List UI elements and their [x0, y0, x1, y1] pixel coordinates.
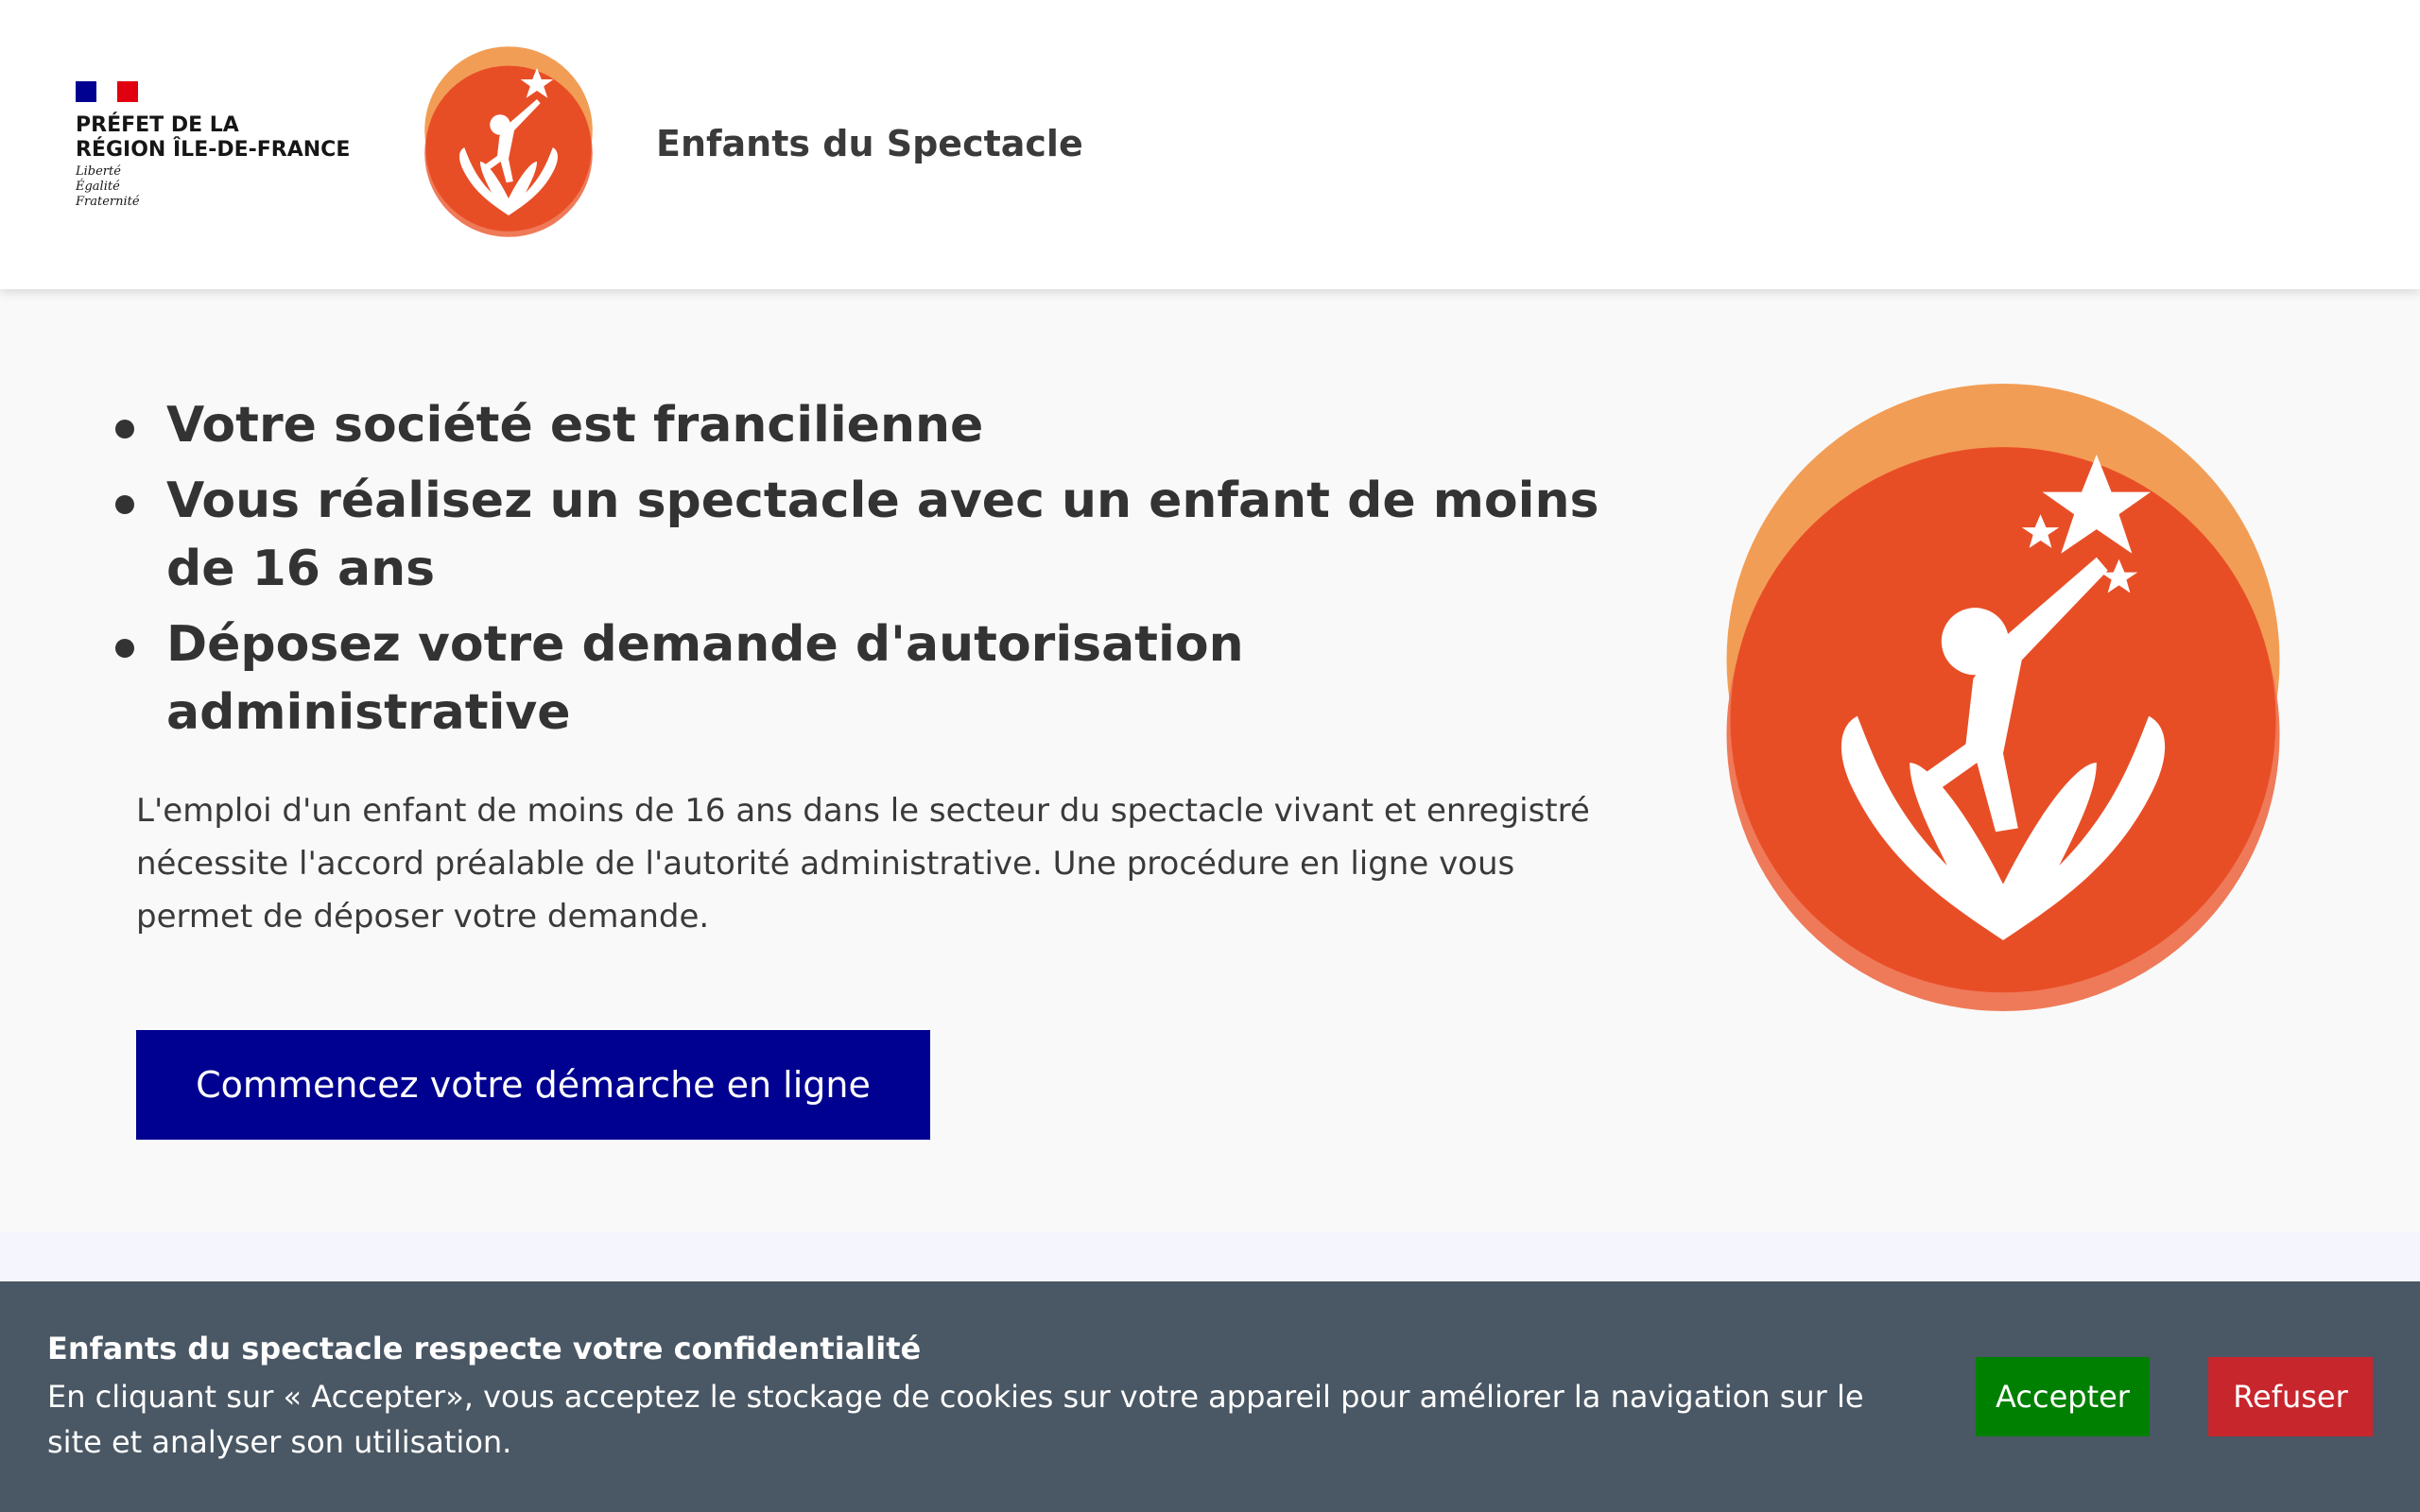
- republic-motto: Liberté Égalité Fraternité: [76, 164, 140, 210]
- list-item-text: Déposez votre demande d'autorisation adm…: [166, 616, 1244, 741]
- intro-description: L'emploi d'un enfant de moins de 16 ans …: [136, 792, 1590, 936]
- bullet-icon: [115, 639, 134, 658]
- site-title[interactable]: Enfants du Spectacle: [656, 123, 1083, 164]
- start-procedure-button[interactable]: Commencez votre démarche en ligne: [136, 1030, 930, 1140]
- cookie-banner-text: En cliquant sur « Accepter», vous accept…: [47, 1379, 1864, 1460]
- site-header: PRÉFET DE LA RÉGION ÎLE-DE-FRANCE Libert…: [0, 0, 2420, 289]
- accept-cookies-button[interactable]: Accepter: [1976, 1357, 2150, 1436]
- section-divider: [0, 1232, 2420, 1281]
- eligibility-list: Votre société est francilienne Vous réal…: [106, 391, 1618, 754]
- refuse-cookies-button[interactable]: Refuser: [2208, 1357, 2373, 1436]
- motto-fraternite: Fraternité: [76, 195, 140, 209]
- prefecture-title: PRÉFET DE LA RÉGION ÎLE-DE-FRANCE: [76, 113, 350, 163]
- bullet-icon: [115, 420, 134, 438]
- prefecture-title-line2: RÉGION ÎLE-DE-FRANCE: [76, 138, 351, 162]
- bullet-icon: [115, 495, 134, 514]
- prefecture-title-line1: PRÉFET DE LA: [76, 113, 239, 137]
- cookie-banner-title: Enfants du spectacle respecte votre conf…: [47, 1331, 922, 1366]
- government-logo[interactable]: PRÉFET DE LA RÉGION ÎLE-DE-FRANCE Libert…: [76, 81, 359, 214]
- hero-section: Votre société est francilienne Vous réal…: [0, 289, 2420, 1232]
- list-item-text: Vous réalisez un spectacle avec un enfan…: [166, 472, 1599, 597]
- site-logo-icon[interactable]: [424, 45, 594, 238]
- motto-egalite: Égalité: [76, 180, 120, 194]
- list-item-text: Votre société est francilienne: [166, 397, 984, 454]
- cookie-banner: Enfants du spectacle respecte votre conf…: [0, 1281, 2420, 1512]
- motto-liberte: Liberté: [76, 164, 121, 179]
- hero-illustration-icon: [1726, 383, 2280, 1015]
- french-flag-icon: [76, 81, 138, 102]
- list-item: Vous réalisez un spectacle avec un enfan…: [106, 467, 1618, 603]
- list-item: Votre société est francilienne: [106, 391, 1618, 459]
- list-item: Déposez votre demande d'autorisation adm…: [106, 610, 1618, 747]
